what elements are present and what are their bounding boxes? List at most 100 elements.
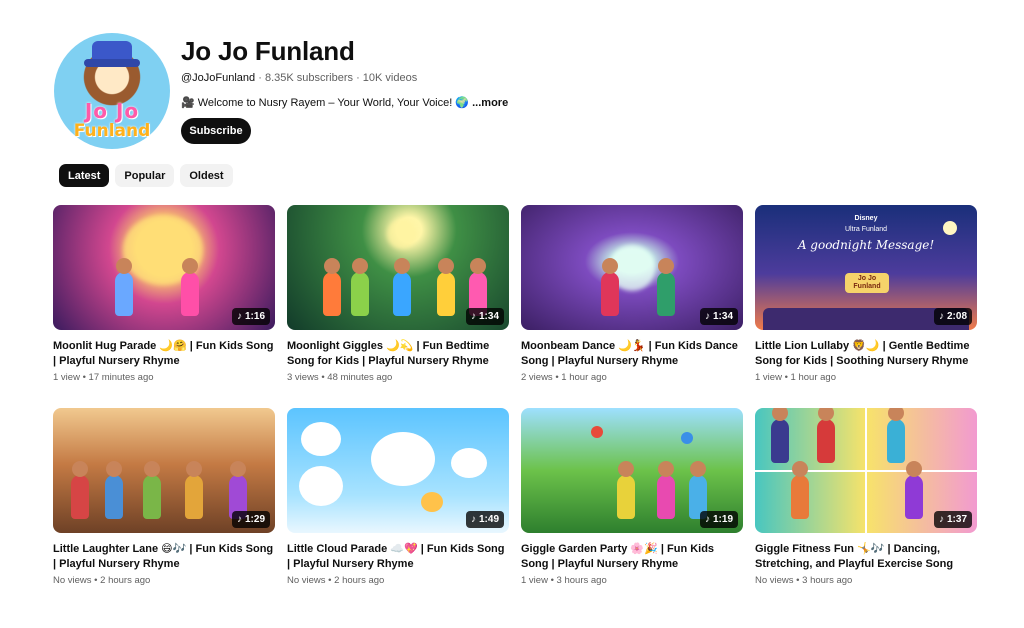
channel-avatar[interactable]: Jo Jo Funland [54,33,170,149]
video-thumbnail[interactable]: ♪ 1:19 [521,408,743,533]
duration-badge: ♪ 1:34 [465,308,504,325]
character-figure [393,258,411,316]
character-figure [143,461,161,519]
duration-text: 1:37 [946,514,967,525]
character-figure [351,258,369,316]
video-title[interactable]: Little Laughter Lane 😄🎶 | Fun Kids Song … [53,542,275,572]
cloud-shape [451,448,487,478]
meta-separator: · [356,72,363,84]
music-note-icon: ♪ [704,311,710,322]
video-thumbnail[interactable]: ♪ 1:29 [53,408,275,533]
channel-description-text: 🎥 Welcome to Nusry Rayem – Your World, Y… [181,97,470,109]
collage-divider [755,470,977,472]
view-count: No views [53,575,92,586]
view-count: No views [755,575,794,586]
channel-handle: @JoJoFunland [181,72,256,84]
video-count: 10K videos [362,72,418,84]
video-card[interactable]: ♪ 1:19 Giggle Garden Party 🌸🎉 | Fun Kids … [521,408,743,597]
duration-text: 2:08 [946,311,967,322]
duration-text: 1:49 [478,514,499,525]
character-figure [115,258,133,316]
video-title[interactable]: Moonlight Giggles 🌙💫 | Fun Bedtime Song … [287,339,509,369]
video-title[interactable]: Moonbeam Dance 🌙💃 | Fun Kids Dance Song … [521,339,743,369]
view-count: 3 views [287,372,319,383]
duration-badge: ♪ 1:37 [933,511,972,528]
thumbnail-brand: Disney [854,215,878,222]
character-figure [905,461,923,519]
chip-latest[interactable]: Latest [59,164,110,187]
character-figure [887,408,905,463]
video-thumbnail[interactable]: ♪ 1:49 [287,408,509,533]
music-note-icon: ♪ [236,514,242,525]
duration-badge: ♪ 1:16 [231,308,270,325]
chip-oldest[interactable]: Oldest [180,164,233,187]
duration-text: 1:19 [712,514,733,525]
video-title[interactable]: Little Lion Lullaby 🦁🌙 | Gentle Bedtime … [755,339,977,369]
avatar-logo-line2: Funland [73,121,151,141]
channel-description[interactable]: 🎥 Welcome to Nusry Rayem – Your World, Y… [181,96,508,109]
thumbnail-sign: Jo Jo Funland [845,273,889,293]
video-meta: 3 views • 48 minutes ago [287,372,393,383]
character-figure [323,258,341,316]
upload-age: 1 hour ago [561,372,607,383]
character-figure [437,258,455,316]
cloud-shape [301,422,341,456]
character-figure [181,258,199,316]
music-note-icon: ♪ [470,311,476,322]
video-meta: No views • 2 hours ago [287,575,385,586]
more-link[interactable]: ...more [472,97,508,109]
video-card[interactable]: ♪ 1:49 Little Cloud Parade ☁️💖 | Fun Kids… [287,408,509,597]
star-glow [387,219,417,249]
bird-shape [591,426,603,438]
cloud-shape [371,432,435,486]
character-figure [617,461,635,519]
avatar-logo-line1: Jo Jo [84,99,140,123]
character-figure [771,408,789,463]
chip-popular[interactable]: Popular [115,164,175,187]
video-card[interactable]: ♪ 1:34 Moonbeam Dance 🌙💃 | Fun Kids Dance… [521,205,743,394]
video-meta: 2 views • 1 hour ago [521,372,607,383]
meta-separator: · [258,72,265,84]
upload-age: 2 hours ago [334,575,385,586]
duration-badge: ♪ 1:19 [699,511,738,528]
heart-shape [421,492,443,512]
video-title[interactable]: Giggle Fitness Fun 🤸🎶 | Dancing, Stretch… [755,542,977,572]
filter-chips: Latest Popular Oldest [59,164,233,187]
view-count: 2 views [521,372,553,383]
bird-shape [681,432,693,444]
subscribe-button[interactable]: Subscribe [181,118,251,144]
video-thumbnail[interactable]: ♪ 1:34 [287,205,509,330]
moon-icon [943,221,957,235]
channel-title: Jo Jo Funland [181,36,355,66]
view-count: No views [287,575,326,586]
video-card[interactable]: ♪ 1:29 Little Laughter Lane 😄🎶 | Fun Kids… [53,408,275,597]
character-figure [657,258,675,316]
duration-text: 1:29 [244,514,265,525]
video-title[interactable]: Little Cloud Parade ☁️💖 | Fun Kids Song … [287,542,509,572]
upload-age: 2 hours ago [100,575,151,586]
video-card[interactable]: ♪ 1:34 Moonlight Giggles 🌙💫 | Fun Bedtime… [287,205,509,394]
video-title[interactable]: Moonlit Hug Parade 🌙🤗 | Fun Kids Song | … [53,339,275,369]
music-note-icon: ♪ [938,311,944,322]
video-thumbnail[interactable]: ♪ 1:37 [755,408,977,533]
video-thumbnail[interactable]: ♪ 1:16 [53,205,275,330]
subscriber-count: 8.35K subscribers [264,72,353,84]
video-card[interactable]: ♪ 1:16 Moonlit Hug Parade 🌙🤗 | Fun Kids S… [53,205,275,394]
video-thumbnail[interactable]: Disney Ultra Funland A goodnight Message… [755,205,977,330]
video-title[interactable]: Giggle Garden Party 🌸🎉 | Fun Kids Song |… [521,542,743,572]
upload-age: 48 minutes ago [327,372,393,383]
character-figure [105,461,123,519]
character-figure [601,258,619,316]
cloud-shape [299,466,343,506]
video-card[interactable]: Disney Ultra Funland A goodnight Message… [755,205,977,394]
duration-badge: ♪ 1:34 [699,308,738,325]
view-count: 1 view [755,372,782,383]
upload-age: 3 hours ago [556,575,607,586]
upload-age: 17 minutes ago [88,372,154,383]
video-thumbnail[interactable]: ♪ 1:34 [521,205,743,330]
character-figure [791,461,809,519]
music-note-icon: ♪ [470,514,476,525]
video-card[interactable]: ♪ 1:37 Giggle Fitness Fun 🤸🎶 | Dancing, S… [755,408,977,597]
video-meta: 1 view • 3 hours ago [521,575,607,586]
upload-age: 1 hour ago [790,372,836,383]
